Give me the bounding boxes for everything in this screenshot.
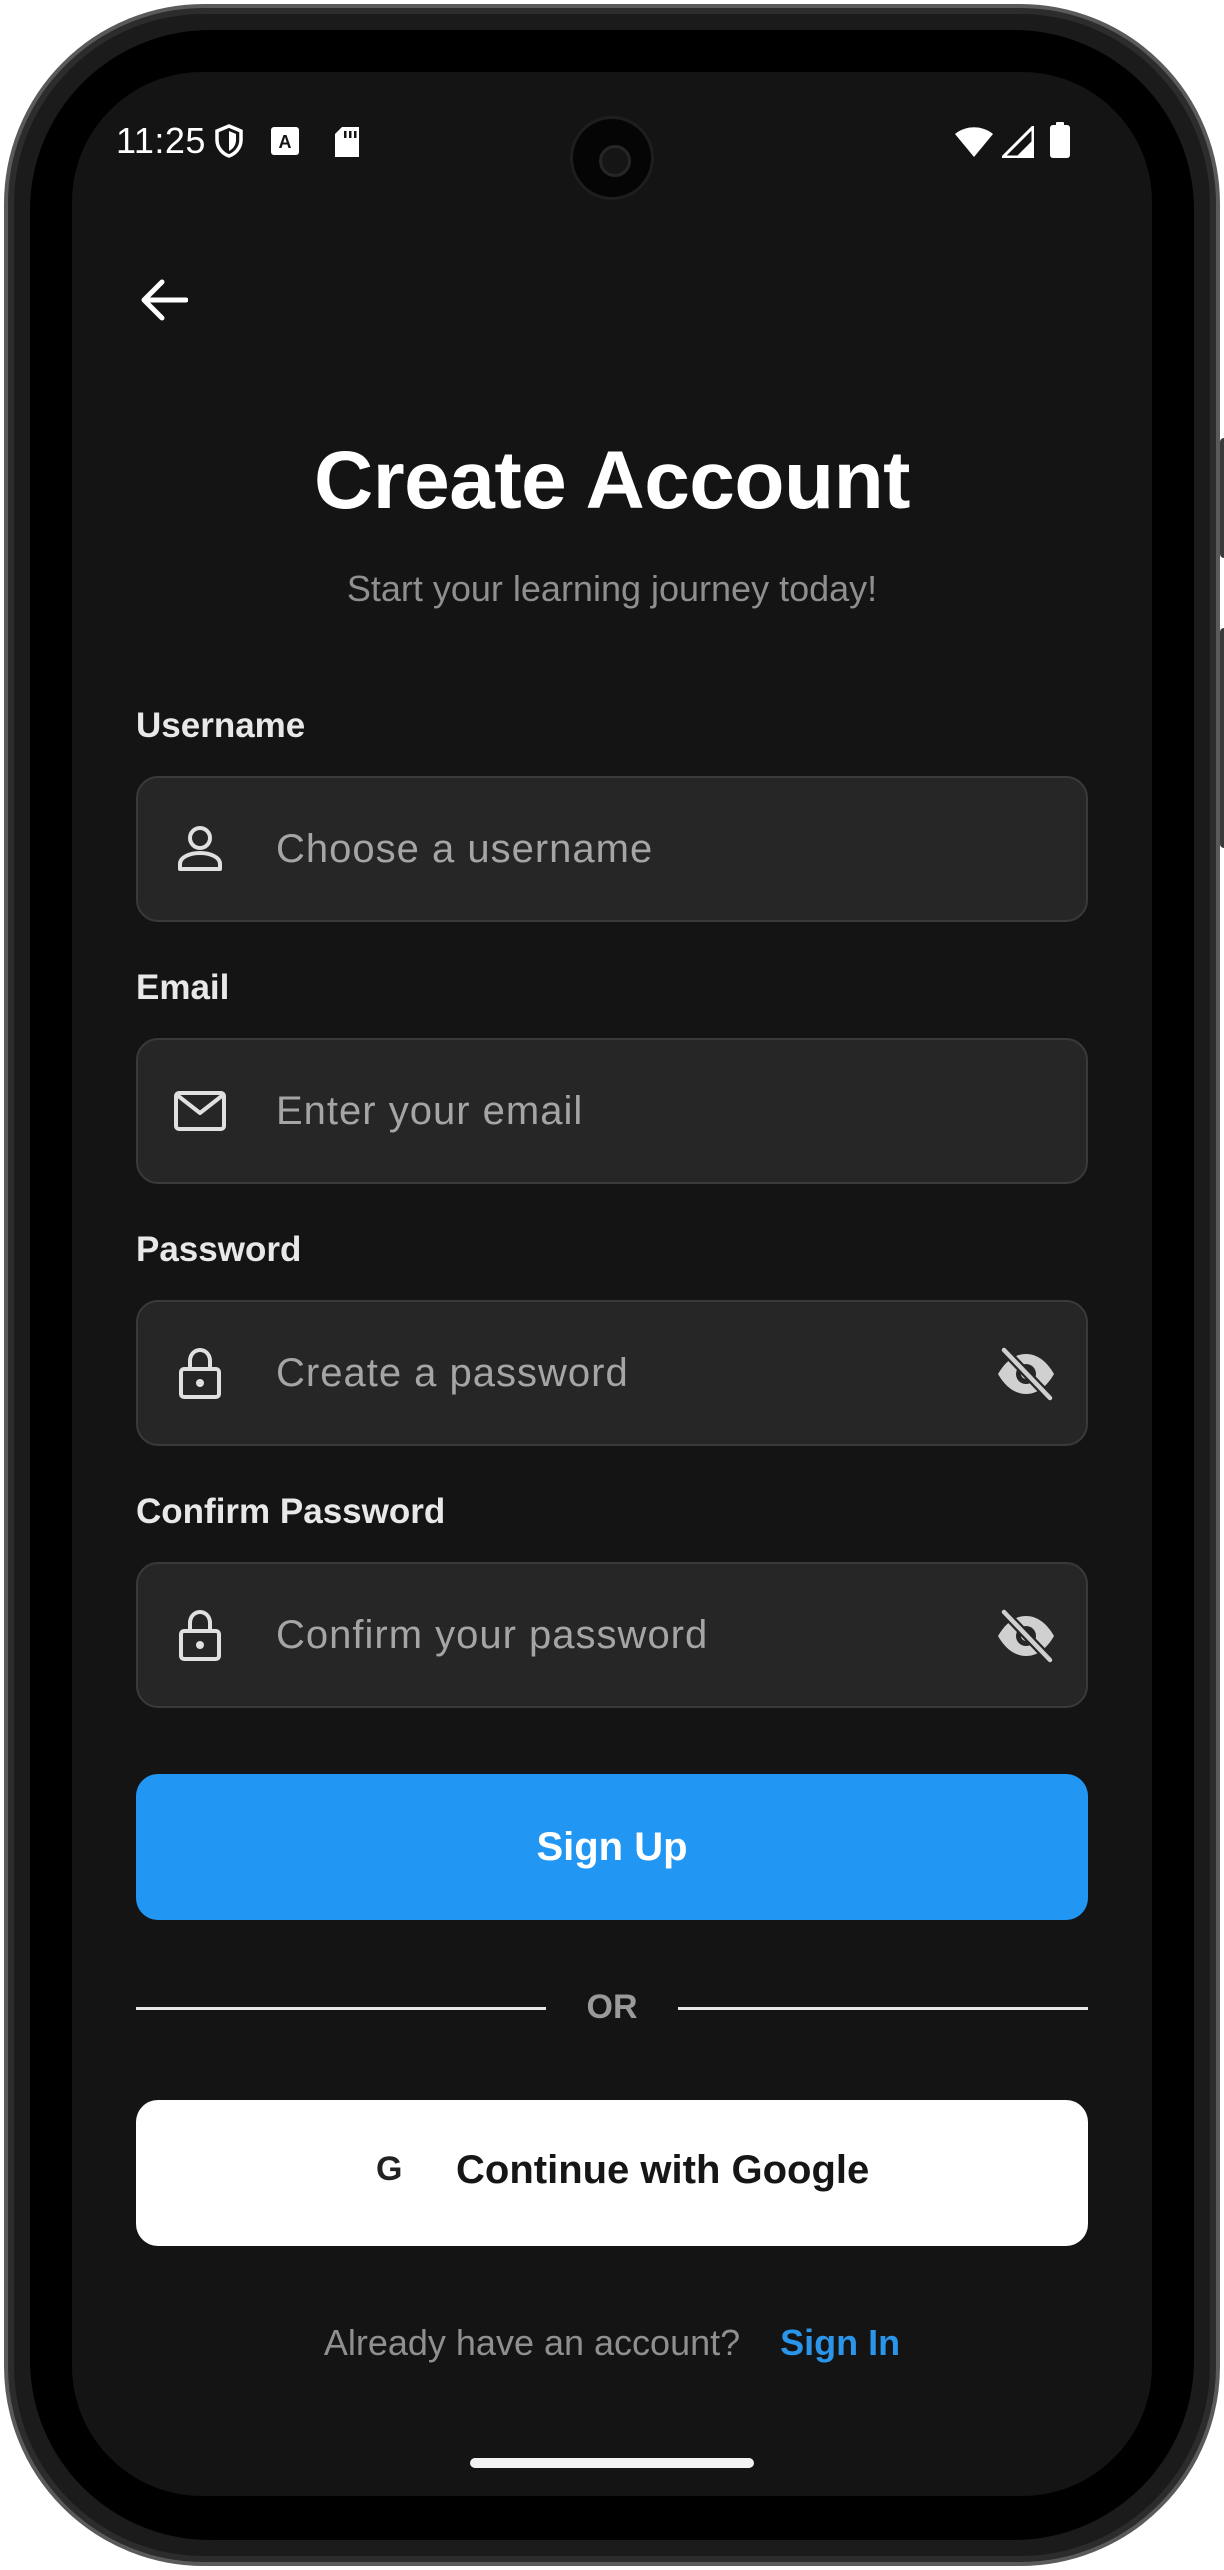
email-field [136,1038,1088,1184]
power-button [1220,628,1224,848]
confirm-password-field [136,1562,1088,1708]
password-label: Password [136,1230,302,1269]
status-time: 11:25 [116,120,206,161]
wifi-icon [955,127,993,157]
sign-in-link[interactable]: Sign In [780,2322,900,2363]
google-button-label: Continue with Google [456,2148,870,2192]
svg-text:A: A [279,132,292,152]
status-bar: 11:25 A [72,72,1152,212]
divider-right [678,2007,1088,2010]
username-label: Username [136,706,306,745]
username-field [136,776,1088,922]
back-button[interactable] [114,250,214,350]
mail-icon [174,1091,226,1131]
volume-button [1220,438,1224,558]
page-title: Create Account [314,435,911,526]
home-indicator[interactable] [470,2458,754,2468]
username-input[interactable] [274,778,954,920]
confirm-password-input[interactable] [274,1564,954,1706]
lock-icon [179,1609,221,1661]
app-screen: 11:25 A Create Account Start your learni… [72,72,1152,2496]
password-field [136,1300,1088,1446]
keyboard-a-icon: A [271,127,299,155]
battery-icon [1050,122,1070,158]
lock-icon [179,1347,221,1399]
front-camera [570,116,654,200]
eye-off-icon[interactable] [994,1604,1058,1668]
page-subtitle: Start your learning journey today! [346,568,878,609]
sign-in-prompt: Already have an account? Sign In [72,2322,1152,2364]
sd-card-icon [335,127,359,157]
person-icon [178,826,222,871]
continue-with-google-button[interactable]: G Continue with Google [136,2100,1088,2246]
shield-icon [215,124,243,158]
email-label: Email [136,968,230,1007]
google-icon: G [376,2150,403,2188]
signal-icon [1002,126,1034,158]
confirm-password-label: Confirm Password [136,1492,446,1531]
sign-in-question: Already have an account? [323,2322,741,2363]
password-input[interactable] [274,1302,954,1444]
email-input[interactable] [274,1040,954,1182]
arrow-back-icon [141,279,188,321]
sign-up-button[interactable]: Sign Up [136,1774,1088,1920]
eye-off-icon[interactable] [994,1342,1058,1406]
